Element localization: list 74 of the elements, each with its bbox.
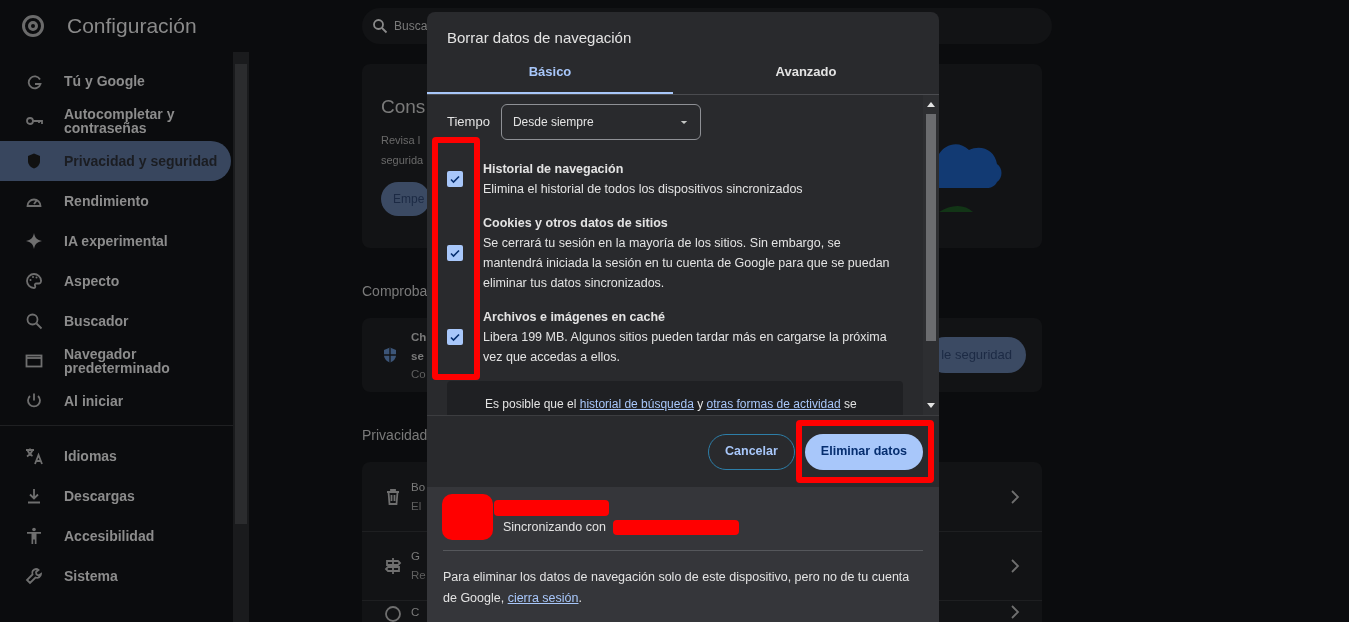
redaction-block <box>442 494 493 540</box>
tab[interactable]: Avanzado <box>673 52 939 94</box>
card-subtitle: Co <box>411 367 426 382</box>
checkmark-icon <box>449 247 461 259</box>
checkmark-icon <box>449 331 461 343</box>
link[interactable]: otras formas de actividad <box>706 397 841 411</box>
row-title: G <box>411 549 420 564</box>
tab[interactable]: Básico <box>427 52 673 94</box>
sidebar-item[interactable]: Tú y Google <box>0 61 231 101</box>
sidebar-item[interactable]: IA experimental <box>0 221 231 261</box>
accessibility-icon <box>25 527 43 545</box>
scrollbar-thumb[interactable] <box>926 114 936 341</box>
signpost-icon <box>384 557 402 575</box>
account-status: Sincronizando con <box>503 519 606 537</box>
delete-data-button[interactable]: Eliminar datos <box>804 433 923 470</box>
sparkle-icon <box>25 232 43 250</box>
shield-icon <box>25 152 43 170</box>
search-icon <box>25 312 43 330</box>
option-title: Historial de navegación <box>483 161 624 178</box>
time-label: Tiempo <box>447 113 490 132</box>
card-title: Cons <box>381 95 426 119</box>
link[interactable]: cierra sesión <box>507 590 579 605</box>
row-title: Bo <box>411 479 426 495</box>
sidebar-item[interactable]: Aspecto <box>0 261 231 301</box>
row-title: C <box>411 605 420 620</box>
scroll-up-arrow-icon <box>927 102 935 107</box>
chevron-right-icon <box>1010 559 1020 573</box>
time-range-dropdown[interactable]: Desde siempre <box>500 104 701 140</box>
section-heading: Privacidad <box>362 427 428 443</box>
row-subtitle: Re <box>411 568 426 583</box>
chevron-right-icon <box>1010 489 1020 504</box>
card-title: se <box>411 349 424 364</box>
checkmark-icon <box>449 173 461 185</box>
wrench-icon <box>25 567 43 585</box>
section-heading: Comproba <box>362 283 428 299</box>
link[interactable]: historial de búsqueda <box>579 397 694 411</box>
trash-icon <box>384 487 402 506</box>
footer-text: Para eliminar los datos de navegación solo de este dispositivo, pero no de tu cuenta de Google, cierra sesión. <box>443 569 911 607</box>
sidebar-item[interactable]: Al iniciar <box>0 381 231 421</box>
notice-text: Es posible que el historial de búsqueda y otras formas de actividad se <box>485 397 857 411</box>
page-title: Configuración <box>67 13 198 40</box>
power-icon <box>25 392 43 410</box>
option-description: Se cerrará tu sesión en la mayoría de los sitios. Sin embargo, se mantendrá iniciada la sesión en tu cuenta de Google para que se puedan eliminar tus datos sincronizados. <box>483 235 891 292</box>
sidebar-item[interactable]: Accesibilidad <box>0 516 231 556</box>
chevron-right-icon <box>1010 605 1020 619</box>
sidebar-item[interactable]: Navegador predeterminado <box>0 341 231 381</box>
checkbox[interactable] <box>447 245 463 261</box>
palette-icon <box>25 272 43 290</box>
shield-icon <box>381 346 399 364</box>
g-letter-icon <box>25 72 43 90</box>
checkbox[interactable] <box>447 171 463 187</box>
translate-icon <box>25 447 43 465</box>
card-title: Ch <box>411 330 427 345</box>
sidebar-item[interactable]: Buscador <box>0 301 231 341</box>
caret-icon <box>679 119 688 125</box>
search-placeholder: Busca <box>394 18 428 35</box>
dialog-title: Borrar datos de navegación <box>447 28 632 48</box>
sidebar-item[interactable]: Autocompletar y contraseñas <box>0 101 231 141</box>
search-icon <box>372 18 388 34</box>
card-description: segurida <box>381 153 424 168</box>
row-subtitle: El <box>411 498 422 514</box>
scroll-down-arrow-icon <box>927 403 935 408</box>
window-icon <box>25 352 43 370</box>
option-title: Archivos e imágenes en caché <box>483 309 666 326</box>
sidebar-item[interactable]: Idiomas <box>0 436 231 476</box>
sidebar-item[interactable]: Sistema <box>0 556 231 596</box>
checkbox[interactable] <box>447 329 463 345</box>
sidebar-item[interactable]: Rendimiento <box>0 181 231 221</box>
sidebar-item[interactable]: Descargas <box>0 476 231 516</box>
download-icon <box>25 487 43 505</box>
scrollbar[interactable] <box>923 95 939 415</box>
option-description: Elimina el historial de todos los dispositivos sincronizados <box>483 181 804 198</box>
option-description: Libera 199 MB. Algunos sitios pueden tardar más en cargarse la próxima vez que accedas a ellos. <box>483 329 888 366</box>
option-title: Cookies y otros datos de sitios <box>483 215 668 232</box>
